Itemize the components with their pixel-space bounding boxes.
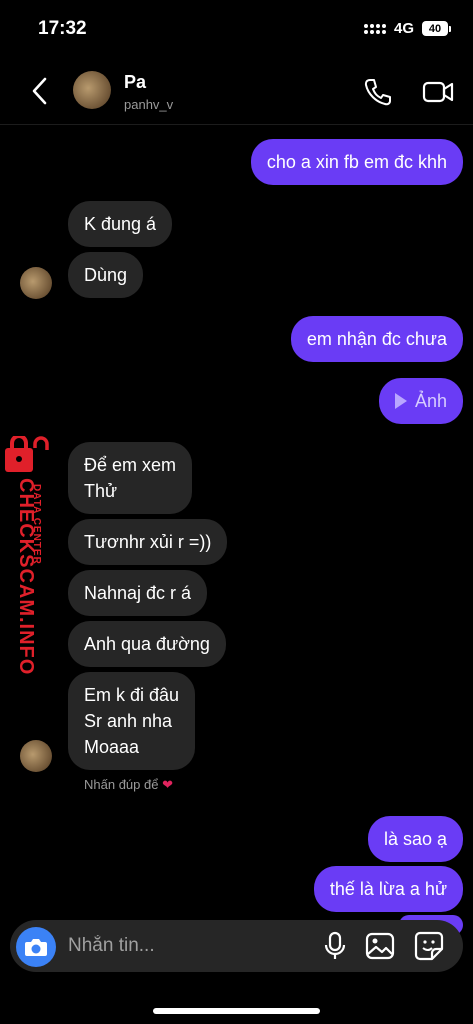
message-outgoing[interactable]: cho a xin fb em đc khh xyxy=(250,139,463,185)
message-incoming[interactable]: Tươnhr xủi r =)) xyxy=(68,519,228,565)
status-time: 17:32 xyxy=(38,18,87,39)
video-camera-icon[interactable] xyxy=(421,76,455,108)
battery-icon: 40 xyxy=(422,21,451,36)
contact-username[interactable]: panhv_v xyxy=(124,97,173,112)
photo-message-label: Ảnh xyxy=(414,391,447,411)
message-outgoing[interactable]: là sao ạ xyxy=(367,816,463,862)
heart-icon: ❤ xyxy=(162,777,173,792)
contact-avatar[interactable] xyxy=(73,71,111,109)
status-indicators: 4G 40 xyxy=(363,20,451,37)
contact-name[interactable]: Pa xyxy=(124,72,146,93)
signal-icon xyxy=(363,23,386,34)
watermark-subtext: DATA CENTER xyxy=(31,484,42,565)
message-incoming[interactable]: Để em xem Thử xyxy=(68,442,193,514)
photo-message[interactable]: Ảnh xyxy=(378,378,463,424)
back-arrow-icon[interactable] xyxy=(24,74,54,108)
header-divider xyxy=(0,124,473,125)
double-tap-hint-text: Nhấn đúp để xyxy=(84,777,159,792)
home-indicator xyxy=(153,1008,320,1014)
message-outgoing[interactable]: thế là lừa a hử xyxy=(313,866,463,912)
message-outgoing[interactable]: em nhận đc chưa xyxy=(290,316,463,362)
microphone-icon[interactable] xyxy=(320,931,350,961)
gallery-icon[interactable] xyxy=(365,931,395,961)
sender-avatar[interactable] xyxy=(20,267,52,299)
lock-icon xyxy=(3,434,49,476)
camera-icon[interactable] xyxy=(16,927,56,967)
phone-icon[interactable] xyxy=(362,76,394,108)
network-label: 4G xyxy=(393,20,414,37)
message-incoming[interactable]: Nahnaj đc r á xyxy=(68,570,208,616)
sticker-icon[interactable] xyxy=(414,931,444,961)
message-incoming[interactable]: K đung á xyxy=(68,201,173,247)
battery-level: 40 xyxy=(422,21,448,36)
sender-avatar[interactable] xyxy=(20,740,52,772)
message-input[interactable] xyxy=(68,933,288,959)
double-tap-hint: Nhấn đúp để ❤ xyxy=(84,777,173,793)
play-icon[interactable] xyxy=(394,393,407,409)
message-incoming[interactable]: Dùng xyxy=(68,252,144,298)
message-incoming[interactable]: Anh qua đường xyxy=(68,621,226,667)
message-incoming[interactable]: Em k đi đâu Sr anh nha Moaaa xyxy=(68,672,196,770)
